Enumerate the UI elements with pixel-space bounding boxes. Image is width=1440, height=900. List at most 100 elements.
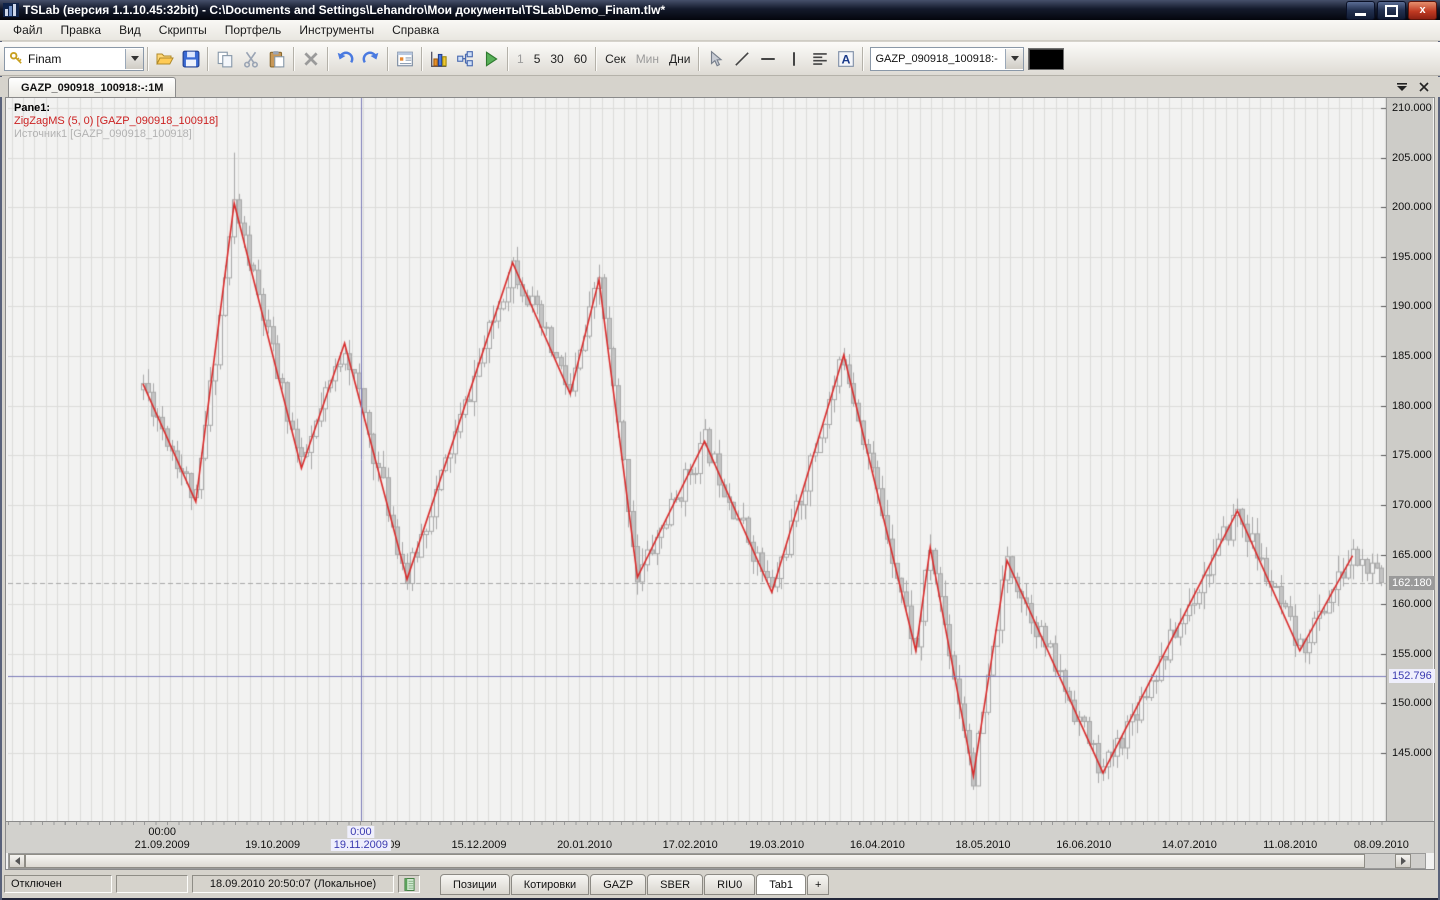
chart-button[interactable] (426, 46, 452, 72)
crosshair-date-label: 19.11.2009 (330, 839, 392, 851)
maximize-button[interactable] (1377, 1, 1406, 20)
levels-tool-button[interactable] (807, 46, 833, 72)
toolbar-separator (421, 46, 423, 71)
symbol-combo-dropdown[interactable] (1005, 48, 1024, 69)
menu-правка[interactable]: Правка (52, 20, 111, 40)
crosshair-price-label: 152.796 (1389, 668, 1435, 683)
date-tick-label: 20.01.2010 (557, 839, 613, 851)
key-icon (9, 51, 24, 66)
menu-скрипты[interactable]: Скрипты (150, 20, 216, 40)
price-tick-label: 195.000 (1392, 250, 1432, 263)
cut-icon (244, 51, 258, 68)
unit-days-button[interactable]: Дни (664, 52, 695, 66)
toolbar-separator (293, 46, 295, 71)
scrollbar-thumb[interactable] (25, 854, 1365, 868)
clock: 18.09.2010 20:50:07 (Локальное) (192, 875, 394, 893)
color-swatch-button[interactable] (1028, 47, 1065, 70)
trendline-tool-button[interactable] (729, 46, 755, 72)
trendline-icon (735, 51, 750, 66)
status-tab-riu0[interactable]: RIU0 (704, 874, 756, 895)
timeframe-5-button[interactable]: 5 (529, 52, 546, 66)
add-tab-button[interactable]: + (807, 874, 830, 895)
close-chart-icon[interactable] (1416, 80, 1432, 94)
hline-icon (761, 57, 776, 60)
run-icon (485, 50, 498, 67)
symbol-combo[interactable]: GAZP_090918_100918:- (870, 46, 1025, 71)
chart-icon (431, 51, 447, 67)
properties-button[interactable] (392, 46, 418, 72)
chart-tab[interactable]: GAZP_090918_100918:-:1M (8, 77, 177, 97)
time-tick-label: 00:00 (148, 826, 176, 838)
status-tab-sber[interactable]: SBER (647, 874, 704, 895)
menu-портфель[interactable]: Портфель (216, 20, 291, 40)
unit-minutes-button[interactable]: Мин (631, 52, 664, 66)
application-window: TSLab (версия 1.1.10.45:32bit) - C:\Docu… (0, 0, 1440, 900)
log-button[interactable] (398, 875, 420, 893)
timeframe-30-button[interactable]: 30 (545, 52, 568, 66)
status-tab-tab1[interactable]: Tab1 (756, 874, 807, 895)
price-tick-label: 155.000 (1392, 647, 1432, 660)
menu-инструменты[interactable]: Инструменты (290, 20, 383, 40)
status-empty-panel (116, 875, 188, 893)
vertical-line-tool-button[interactable] (781, 46, 807, 72)
paste-button[interactable] (264, 46, 290, 72)
script-editor-button[interactable] (452, 46, 478, 72)
redo-button[interactable] (358, 46, 384, 72)
collapse-panel-icon[interactable] (1394, 80, 1410, 94)
open-folder-icon (156, 53, 174, 64)
toolbar: Finam 1 5 30 60 Сек Мин Дни A GAZP_090918_10091… (0, 42, 1440, 76)
price-tick-label: 200.000 (1392, 201, 1432, 214)
date-tick-label: 14.07.2010 (1161, 839, 1217, 851)
script-icon (457, 50, 473, 66)
price-tick-label: 185.000 (1392, 350, 1432, 363)
title-bar[interactable]: TSLab (версия 1.1.10.45:32bit) - C:\Docu… (0, 0, 1440, 20)
pane-legend: Pane1: ZigZagMS (5, 0) [GAZP_090918_1009… (14, 102, 218, 141)
horizontal-scrollbar[interactable] (8, 853, 1426, 869)
date-tick-label: 19.03.2010 (749, 839, 805, 851)
open-button[interactable] (152, 46, 178, 72)
pointer-tool-button[interactable] (703, 46, 729, 72)
broker-combo[interactable]: Finam (4, 46, 144, 71)
run-button[interactable] (478, 46, 504, 72)
cut-button[interactable] (238, 46, 264, 72)
menu-файл[interactable]: Файл (4, 20, 52, 40)
pointer-icon (711, 49, 723, 67)
broker-combo-dropdown[interactable] (125, 48, 143, 69)
timeframe-60-button[interactable]: 60 (569, 52, 592, 66)
timeframe-1-button[interactable]: 1 (512, 52, 529, 66)
undo-button[interactable] (332, 46, 358, 72)
toolbar-separator (698, 46, 701, 71)
close-icon: x (1419, 4, 1426, 16)
toolbar-separator (147, 46, 149, 71)
status-tab-котировки[interactable]: Котировки (510, 874, 590, 895)
levels-icon (813, 52, 828, 65)
menu-вид[interactable]: Вид (110, 20, 150, 40)
broker-combo-value: Finam (28, 51, 62, 66)
price-tick-label: 180.000 (1392, 399, 1432, 412)
delete-button[interactable] (298, 46, 324, 72)
status-tab-позиции[interactable]: Позиции (440, 874, 510, 895)
crosshair-time-label: 0:00 (347, 826, 375, 838)
time-axis[interactable]: 00:0021.09.200919.10.200916.11.200915.12… (6, 821, 1434, 853)
pane-title: Pane1: (14, 102, 51, 114)
horizontal-line-tool-button[interactable] (755, 46, 781, 72)
price-chart-canvas[interactable] (8, 98, 1386, 821)
price-tick-label: 160.000 (1392, 598, 1432, 611)
scroll-left-button[interactable] (9, 854, 25, 868)
date-tick-label: 17.02.2010 (662, 839, 718, 851)
unit-seconds-button[interactable]: Сек (600, 52, 631, 66)
minimize-button[interactable] (1346, 1, 1375, 20)
copy-button[interactable] (212, 46, 238, 72)
scroll-right-button[interactable] (1395, 854, 1411, 868)
menu-справка[interactable]: Справка (383, 20, 448, 40)
redo-icon (362, 51, 379, 63)
text-tool-button[interactable]: A (833, 46, 859, 72)
paste-icon (269, 50, 285, 67)
save-button[interactable] (178, 46, 204, 72)
close-button[interactable]: x (1408, 1, 1437, 20)
status-tab-gazp[interactable]: GAZP (590, 874, 647, 895)
price-tick-label: 165.000 (1392, 548, 1432, 561)
chart-widget: Pane1: ZigZagMS (5, 0) [GAZP_090918_1009… (5, 97, 1435, 870)
price-axis[interactable]: 210.000 205.000 200.000 195.000 190.000 185.0… (1386, 98, 1435, 821)
save-icon (182, 50, 200, 67)
